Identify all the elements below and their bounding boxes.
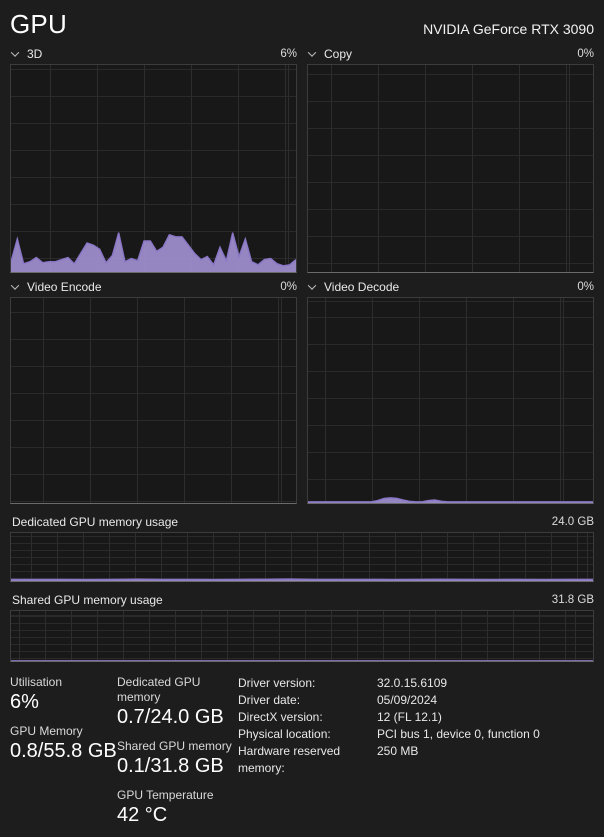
chart-header-dedicated-memory: Dedicated GPU memory usage 24.0 GB bbox=[10, 514, 594, 529]
detail-row-driver-version: Driver version: 32.0.15.6109 bbox=[238, 675, 594, 692]
chart-header-copy: Copy 0% bbox=[307, 46, 594, 61]
video-decode-area-chart bbox=[308, 298, 593, 503]
chart-header-3d: 3D 6% bbox=[10, 46, 297, 61]
stat-value: 0.7/24.0 GB bbox=[117, 705, 238, 730]
copy-utilization-area-chart bbox=[308, 65, 593, 272]
stat-label: Shared GPU memory bbox=[117, 739, 238, 754]
engine-charts-grid: 3D 6% Copy 0% bbox=[10, 40, 594, 504]
chart-header-video-decode: Video Decode 0% bbox=[307, 279, 594, 294]
chart-title-shared-memory: Shared GPU memory usage bbox=[12, 593, 163, 607]
stat-dedicated-memory: Dedicated GPU memory 0.7/24.0 GB bbox=[117, 675, 238, 730]
chart-value-3d: 6% bbox=[280, 48, 297, 60]
chevron-down-icon[interactable] bbox=[11, 281, 19, 289]
stat-label: GPU Memory bbox=[10, 724, 117, 739]
chart-value-video-decode: 0% bbox=[577, 281, 594, 293]
video-encode-area-chart bbox=[11, 298, 296, 503]
detail-label: Hardware reserved memory: bbox=[238, 743, 377, 777]
chart-value-video-encode: 0% bbox=[280, 281, 297, 293]
page-title: GPU bbox=[10, 8, 67, 40]
stats-column-2: Dedicated GPU memory 0.7/24.0 GB Shared … bbox=[117, 674, 238, 837]
stats-panel: Utilisation 6% GPU Memory 0.8/55.8 GB De… bbox=[10, 674, 594, 837]
chart-value-copy: 0% bbox=[577, 48, 594, 60]
gpu-performance-page: GPU NVIDIA GeForce RTX 3090 3D 6% Copy bbox=[0, 0, 604, 800]
stat-utilisation: Utilisation 6% bbox=[10, 675, 117, 715]
chart-title-video-encode: Video Encode bbox=[27, 280, 102, 294]
chart-plot-3d[interactable] bbox=[10, 64, 297, 273]
chart-cell-video-decode: Video Decode 0% bbox=[307, 273, 594, 504]
stat-value: 0.8/55.8 GB bbox=[10, 739, 117, 764]
detail-value: 05/09/2024 bbox=[377, 692, 594, 709]
detail-label: Physical location: bbox=[238, 726, 377, 743]
chart-plot-shared-memory[interactable] bbox=[10, 610, 594, 662]
chart-plot-video-encode[interactable] bbox=[10, 297, 297, 504]
chart-plot-copy[interactable] bbox=[307, 64, 594, 273]
stat-label: GPU Temperature bbox=[117, 788, 238, 803]
stat-value: 42 °C bbox=[117, 803, 238, 828]
detail-row-driver-date: Driver date: 05/09/2024 bbox=[238, 692, 594, 709]
chart-title-dedicated-memory: Dedicated GPU memory usage bbox=[12, 515, 178, 529]
page-header: GPU NVIDIA GeForce RTX 3090 bbox=[10, 0, 594, 40]
driver-details: Driver version: 32.0.15.6109 Driver date… bbox=[238, 674, 594, 837]
detail-label: Driver version: bbox=[238, 675, 377, 692]
detail-value: PCI bus 1, device 0, function 0 bbox=[377, 726, 594, 743]
chart-plot-dedicated-memory[interactable] bbox=[10, 532, 594, 582]
stat-gpu-temperature: GPU Temperature 42 °C bbox=[117, 788, 238, 828]
chart-title-copy: Copy bbox=[324, 47, 352, 61]
chart-cell-3d: 3D 6% bbox=[10, 40, 297, 273]
chart-plot-video-decode[interactable] bbox=[307, 297, 594, 504]
chevron-down-icon[interactable] bbox=[11, 48, 19, 56]
chart-header-shared-memory: Shared GPU memory usage 31.8 GB bbox=[10, 592, 594, 607]
chart-title-3d: 3D bbox=[27, 47, 42, 61]
chart-cell-copy: Copy 0% bbox=[307, 40, 594, 273]
shared-memory-area-chart bbox=[11, 611, 593, 661]
stat-value: 0.1/31.8 GB bbox=[117, 754, 238, 779]
chart-cell-video-encode: Video Encode 0% bbox=[10, 273, 297, 504]
chevron-down-icon[interactable] bbox=[308, 48, 316, 56]
gpu-device-name: NVIDIA GeForce RTX 3090 bbox=[423, 21, 594, 40]
dedicated-memory-area-chart bbox=[11, 533, 593, 581]
detail-label: DirectX version: bbox=[238, 709, 377, 726]
chart-max-shared-memory: 31.8 GB bbox=[552, 594, 594, 606]
stat-value: 6% bbox=[10, 690, 117, 715]
3d-utilization-area-chart bbox=[11, 65, 296, 272]
chart-title-video-decode: Video Decode bbox=[324, 280, 399, 294]
detail-row-physical-location: Physical location: PCI bus 1, device 0, … bbox=[238, 726, 594, 743]
chart-max-dedicated-memory: 24.0 GB bbox=[552, 516, 594, 528]
detail-label: Driver date: bbox=[238, 692, 377, 709]
stat-label: Utilisation bbox=[10, 675, 117, 690]
detail-value: 12 (FL 12.1) bbox=[377, 709, 594, 726]
chevron-down-icon[interactable] bbox=[308, 281, 316, 289]
stats-column-1: Utilisation 6% GPU Memory 0.8/55.8 GB bbox=[10, 674, 117, 837]
chart-header-video-encode: Video Encode 0% bbox=[10, 279, 297, 294]
stat-label: Dedicated GPU memory bbox=[117, 675, 238, 705]
stat-shared-memory: Shared GPU memory 0.1/31.8 GB bbox=[117, 739, 238, 779]
stat-gpu-memory: GPU Memory 0.8/55.8 GB bbox=[10, 724, 117, 764]
detail-value: 32.0.15.6109 bbox=[377, 675, 594, 692]
detail-row-hardware-reserved-memory: Hardware reserved memory: 250 MB bbox=[238, 743, 594, 777]
detail-row-directx-version: DirectX version: 12 (FL 12.1) bbox=[238, 709, 594, 726]
detail-value: 250 MB bbox=[377, 743, 594, 777]
